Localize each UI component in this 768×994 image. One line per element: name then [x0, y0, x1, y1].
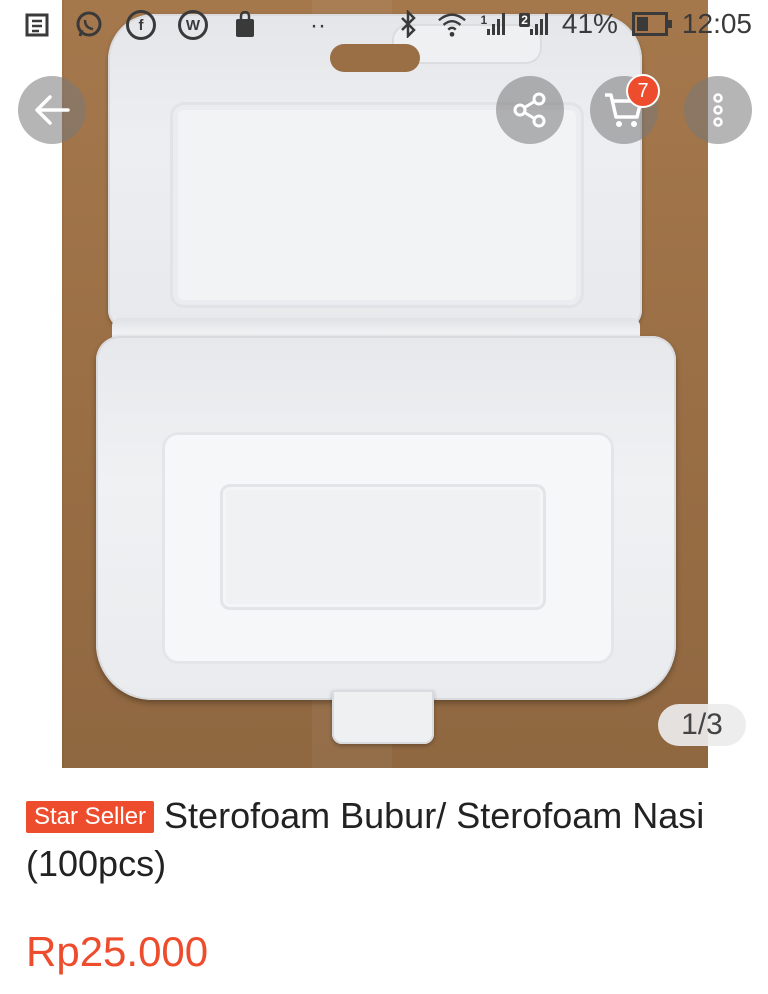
battery-icon — [631, 12, 672, 36]
status-bar: f W ·· 1 2 41% 12:05 — [0, 0, 768, 52]
signal-bars-icon — [529, 13, 548, 35]
product-info: Star Seller Sterofoam Bubur/ Sterofoam Na… — [26, 792, 746, 888]
more-options-button[interactable] — [684, 76, 752, 144]
foam-box-base — [96, 336, 676, 700]
battery-percent: 41% — [561, 8, 618, 39]
foam-base-well — [162, 432, 614, 664]
cart-count-badge: 7 — [626, 74, 660, 108]
more-notifications-icon: ·· — [310, 12, 326, 39]
system-icons: 1 2 41% 12:05 — [393, 8, 752, 40]
facebook-icon: f — [126, 10, 156, 40]
wordpress-icon: W — [178, 10, 208, 40]
back-arrow-icon — [35, 95, 70, 125]
star-seller-badge: Star Seller — [26, 801, 155, 833]
notification-icons: f W — [22, 10, 260, 40]
back-button[interactable] — [18, 76, 86, 144]
sim2-signal: 2 — [519, 13, 548, 35]
sim1-signal: 1 — [481, 13, 506, 35]
sim2-label: 2 — [519, 13, 530, 27]
foam-base-emboss — [220, 484, 546, 610]
image-page-indicator: 1/3 — [658, 704, 746, 746]
share-button[interactable] — [496, 76, 564, 144]
product-price: Rp25.000 — [26, 928, 209, 975]
news-icon — [22, 10, 52, 40]
whatsapp-icon — [74, 10, 104, 40]
clock: 12:05 — [681, 8, 752, 39]
foam-base-tab — [332, 690, 434, 744]
sim1-label: 1 — [480, 13, 488, 27]
wifi-icon — [437, 9, 467, 39]
signal-bars-icon — [487, 13, 506, 35]
more-vertical-icon — [713, 93, 723, 127]
bluetooth-icon — [393, 9, 423, 39]
product-title-block: Star Seller Sterofoam Bubur/ Sterofoam Na… — [26, 792, 746, 888]
share-icon — [513, 92, 546, 128]
shopping-bag-icon — [230, 10, 260, 40]
